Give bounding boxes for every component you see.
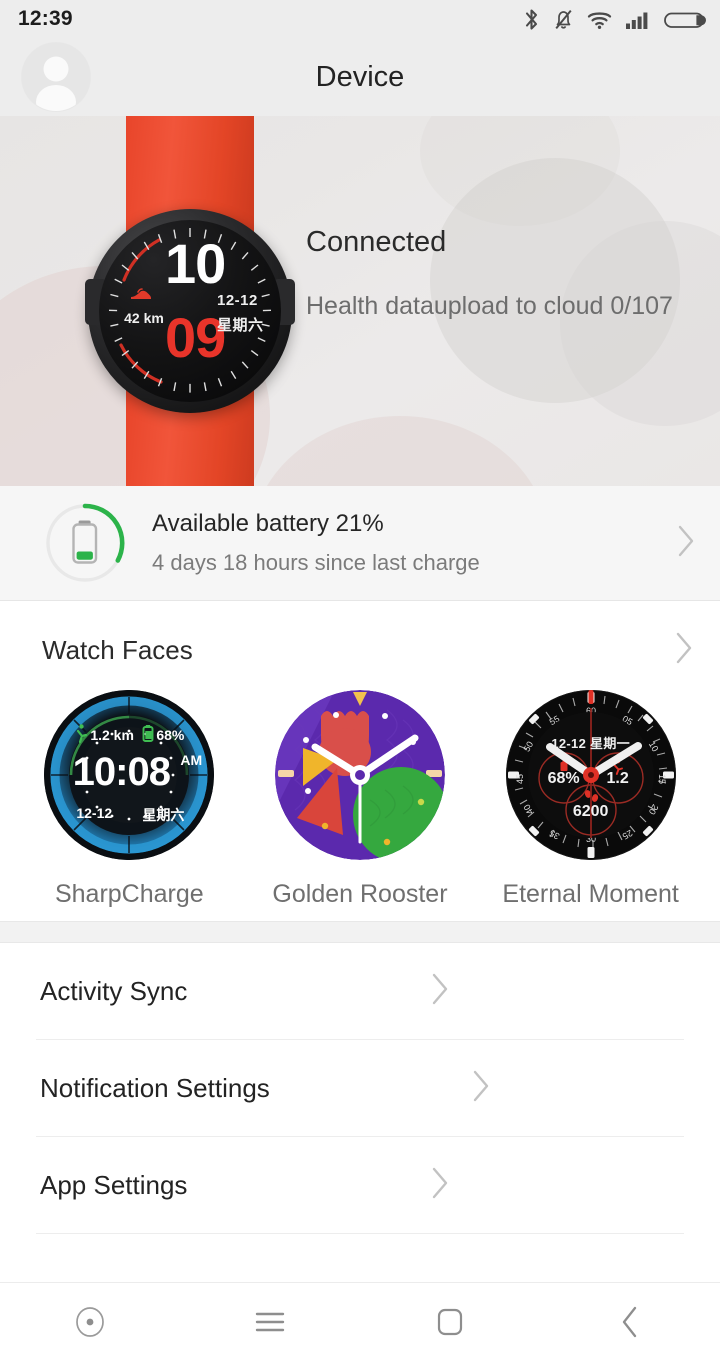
home-icon bbox=[435, 1305, 465, 1339]
chevron-right-icon[interactable] bbox=[431, 972, 450, 1011]
face-date: 12-12 bbox=[76, 805, 113, 821]
setting-label: Notification Settings bbox=[40, 1072, 270, 1103]
connection-status: Connected bbox=[306, 226, 447, 258]
page-title: Device bbox=[315, 60, 405, 93]
watch-face-thumbnail-golden-rooster[interactable] bbox=[274, 690, 445, 860]
bluetooth-icon bbox=[523, 8, 540, 31]
menu-icon bbox=[253, 1309, 287, 1335]
watch-faces-header[interactable]: Watch Faces bbox=[0, 601, 720, 670]
chevron-right-icon[interactable] bbox=[677, 524, 696, 563]
wifi-icon bbox=[587, 8, 612, 31]
user-avatar-icon bbox=[22, 43, 90, 111]
watch-date: 12-12 bbox=[217, 292, 258, 309]
bell-muted-icon bbox=[553, 8, 574, 31]
face-weekday: 星期六 bbox=[142, 807, 185, 823]
settings-row-app-settings[interactable]: App Settings bbox=[0, 1137, 720, 1233]
watch-face-label: Eternal Moment bbox=[502, 880, 679, 908]
svg-text:45: 45 bbox=[515, 774, 525, 784]
settings-row-activity-sync[interactable]: Activity Sync bbox=[0, 943, 720, 1039]
watch-screen: 42 km 10 09 12-12 星期六 bbox=[99, 220, 281, 402]
watch-face-label: SharpCharge bbox=[54, 880, 204, 908]
battery-level-label: Available battery 21% bbox=[152, 510, 384, 537]
setting-label: App Settings bbox=[40, 1169, 188, 1200]
battery-row[interactable]: Available battery 21% 4 days 18 hours si… bbox=[0, 486, 720, 601]
svg-text:15: 15 bbox=[657, 774, 667, 784]
section-separator bbox=[0, 921, 720, 943]
watch-weekday: 星期六 bbox=[217, 317, 264, 334]
watch-body: 42 km 10 09 12-12 星期六 bbox=[85, 209, 295, 413]
settings-list: Activity Sync Notification Settings App … bbox=[0, 943, 720, 1234]
face-distance: 1.2 km bbox=[90, 727, 134, 743]
record-dot-icon bbox=[73, 1305, 107, 1339]
system-navigation-bar bbox=[0, 1282, 720, 1360]
watch-face-item[interactable]: 1.2 km 68% 10:08 AM 12-12 星期六 SharpCharg… bbox=[29, 690, 229, 909]
watch-face-item[interactable]: 60 05 10 15 20 25 30 35 40 45 50 55 bbox=[491, 690, 691, 909]
face-meridiem: AM bbox=[180, 752, 203, 768]
page-header: Device bbox=[0, 38, 720, 116]
chevron-right-icon[interactable] bbox=[472, 1069, 491, 1108]
sync-status: Health dataupload to cloud 0/107 bbox=[306, 292, 673, 320]
back-button[interactable] bbox=[540, 1304, 720, 1340]
back-icon bbox=[618, 1304, 642, 1340]
watch-face-thumbnail-sharpcharge[interactable]: 1.2 km 68% 10:08 AM 12-12 星期六 bbox=[44, 690, 215, 860]
chevron-right-icon[interactable] bbox=[675, 631, 694, 670]
face-time: 10:08 bbox=[72, 750, 171, 794]
face-distance: 1.2 bbox=[606, 770, 629, 787]
last-charge-label: 4 days 18 hours since last charge bbox=[152, 550, 480, 575]
face-steps: 6200 bbox=[572, 803, 609, 820]
menu-button[interactable] bbox=[180, 1309, 360, 1335]
device-screen: 12:39 Device 42 km 10 09 12-12 星期六 Conne… bbox=[0, 0, 720, 1360]
watch-face-label: Golden Rooster bbox=[272, 880, 448, 908]
watch-face-thumbnail-eternal-moment[interactable]: 60 05 10 15 20 25 30 35 40 45 50 55 bbox=[505, 690, 676, 860]
watch-illustration[interactable]: 42 km 10 09 12-12 星期六 bbox=[74, 116, 304, 486]
face-battery: 68% bbox=[547, 770, 580, 787]
status-bar: 12:39 bbox=[0, 0, 720, 38]
battery-text-block: Available battery 21% 4 days 18 hours si… bbox=[152, 510, 677, 576]
record-dot-button[interactable] bbox=[0, 1305, 180, 1339]
list-divider bbox=[36, 1233, 684, 1234]
signal-icon bbox=[625, 8, 651, 31]
chevron-right-icon[interactable] bbox=[431, 1166, 450, 1205]
hero-decor-blob bbox=[420, 116, 620, 226]
hero-text-block: Connected Health dataupload to cloud 0/1… bbox=[306, 226, 673, 321]
status-bar-clock: 12:39 bbox=[18, 7, 73, 30]
watch-faces-section: Watch Faces 1.2 km 68% 10:08 AM 12-12 星期… bbox=[0, 601, 720, 921]
setting-label: Activity Sync bbox=[40, 975, 188, 1006]
watch-faces-title: Watch Faces bbox=[42, 635, 193, 665]
battery-ring-gauge bbox=[44, 502, 126, 584]
device-hero: 42 km 10 09 12-12 星期六 Connected Health d… bbox=[0, 116, 720, 486]
face-battery: 68% bbox=[156, 727, 185, 743]
face-date-line: 12-12 星期一 bbox=[551, 736, 630, 751]
home-button[interactable] bbox=[360, 1305, 540, 1339]
battery-icon bbox=[664, 8, 706, 31]
avatar[interactable] bbox=[22, 43, 90, 111]
watch-faces-list: 1.2 km 68% 10:08 AM 12-12 星期六 SharpCharg… bbox=[0, 670, 720, 909]
settings-row-notification-settings[interactable]: Notification Settings bbox=[0, 1040, 720, 1136]
watch-face-item[interactable]: Golden Rooster bbox=[260, 690, 460, 909]
status-bar-icons bbox=[523, 8, 706, 31]
watch-hour: 10 bbox=[165, 232, 226, 295]
